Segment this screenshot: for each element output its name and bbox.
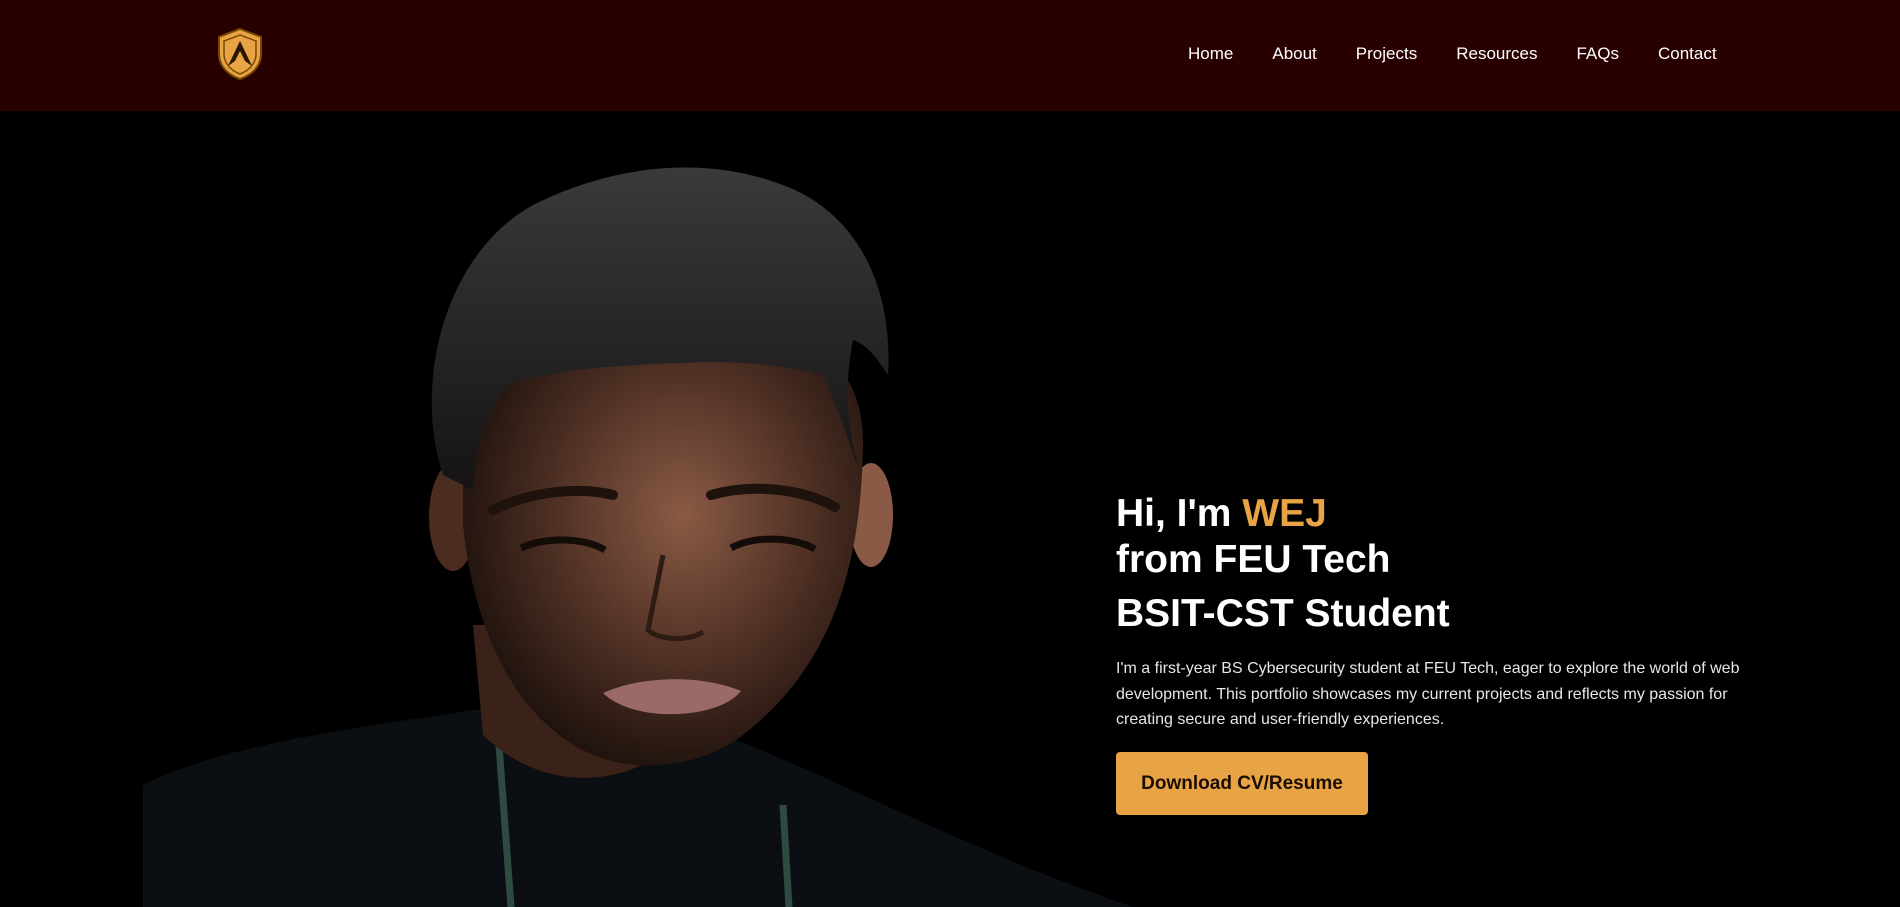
nav-projects-link[interactable]: Projects — [1356, 44, 1417, 64]
nav-home-link[interactable]: Home — [1188, 44, 1233, 64]
greeting-text: Hi, I'm — [1116, 492, 1243, 535]
hero-headline: Hi, I'm WEJ from FEU Tech BSIT-CST Stude… — [1116, 491, 1450, 637]
download-cv-button[interactable]: Download CV/Resume — [1116, 752, 1368, 815]
main-nav: Home About Projects Resources FAQs Conta… — [1188, 44, 1717, 64]
shield-logo-icon[interactable] — [217, 28, 263, 80]
hero-section: Hi, I'm WEJ from FEU Tech BSIT-CST Stude… — [0, 111, 1900, 907]
headline-program: BSIT-CST Student — [1116, 592, 1450, 635]
nav-resources-link[interactable]: Resources — [1456, 44, 1537, 64]
nav-faqs-link[interactable]: FAQs — [1576, 44, 1619, 64]
headline-school: from FEU Tech — [1116, 538, 1391, 581]
intro-paragraph: I'm a first-year BS Cybersecurity studen… — [1116, 660, 1740, 728]
profile-photo — [143, 167, 1133, 907]
nav-about-link[interactable]: About — [1272, 44, 1316, 64]
navbar: Home About Projects Resources FAQs Conta… — [0, 0, 1900, 111]
nav-contact-link[interactable]: Contact — [1658, 44, 1717, 64]
name-highlight: WEJ — [1242, 492, 1327, 535]
